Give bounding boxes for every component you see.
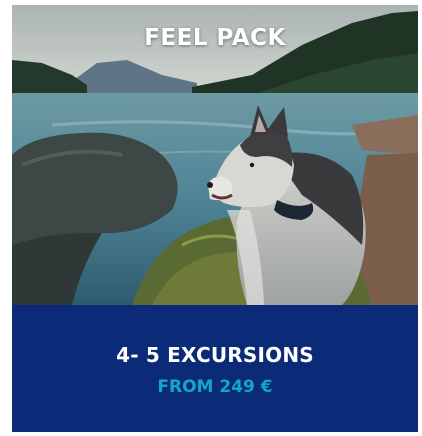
pack-title: FEEL PACK (144, 25, 286, 51)
excursion-pack-card[interactable]: FEEL PACK 4- 5 EXCURSIONS FROM 249 € (12, 5, 418, 432)
excursions-headline: 4- 5 EXCURSIONS (116, 343, 314, 367)
price-label: FROM 249 € (157, 377, 273, 397)
offer-panel: 4- 5 EXCURSIONS FROM 249 € (12, 305, 418, 432)
